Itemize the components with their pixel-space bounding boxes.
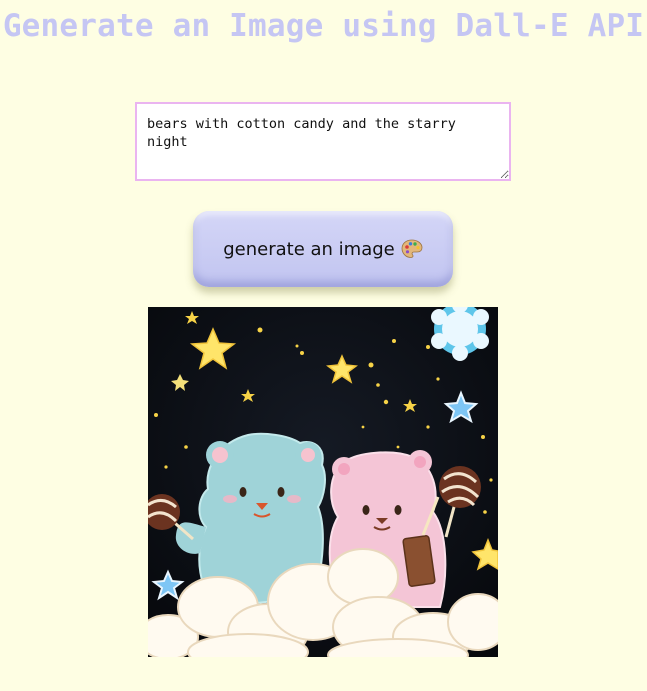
generate-button-label: generate an image: [223, 238, 395, 260]
palette-icon: [401, 239, 423, 258]
page-title: Generate an Image using Dall-E API: [2, 8, 645, 44]
generate-image-button[interactable]: generate an image: [193, 211, 453, 287]
generated-image: [148, 307, 498, 657]
prompt-input[interactable]: bears with cotton candy and the starry n…: [135, 102, 511, 181]
